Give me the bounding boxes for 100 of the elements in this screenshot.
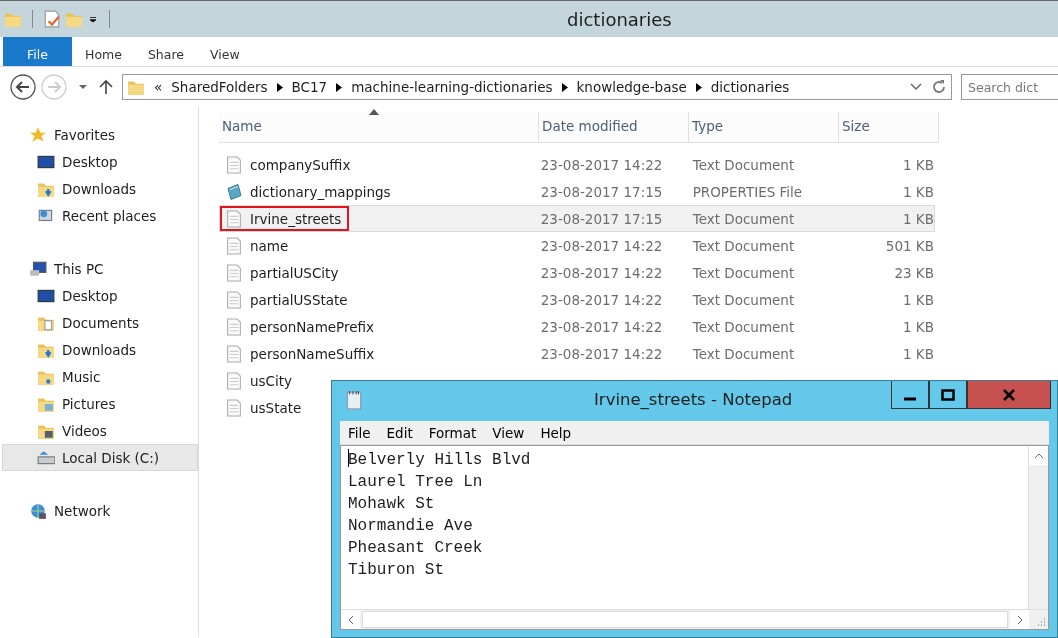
menu-item[interactable]: View — [484, 424, 533, 441]
size-cell-text: 1 KB — [902, 318, 934, 335]
ribbon-tab[interactable]: Share — [134, 37, 197, 66]
date-cell-text: 23-08-2017 17:15 — [539, 210, 664, 227]
sidebar-item[interactable]: Videos — [2, 417, 198, 444]
column-header[interactable]: Date modified — [539, 112, 689, 142]
folder-icon — [127, 78, 145, 96]
sidebar-item[interactable]: Pictures — [2, 390, 198, 417]
sidebar-item[interactable]: This PC — [2, 255, 198, 282]
size-cell-text: 1 KB — [902, 210, 934, 227]
properties-icon[interactable] — [43, 10, 61, 28]
breadcrumb[interactable]: SharedFolders — [171, 79, 268, 95]
scroll-right-button[interactable] — [1010, 610, 1029, 629]
search-field[interactable]: Search dict — [961, 74, 1058, 100]
file-name: personNameSuffix — [250, 345, 375, 362]
type-cell-text: PROPERTIES File — [691, 183, 804, 200]
size-cell-text: 1 KB — [902, 156, 934, 173]
type-cell-text: Text Document — [691, 156, 796, 173]
chevron-icon[interactable] — [561, 82, 568, 92]
menu-item[interactable]: Format — [420, 424, 485, 441]
text-file-icon — [226, 371, 242, 390]
ribbon-tab[interactable]: Home — [72, 37, 135, 66]
text-line: Laurel Tree Ln — [348, 472, 484, 493]
file-row[interactable]: name 23-08-2017 14:22 Text Document 501 KB — [219, 232, 935, 259]
breadcrumb[interactable]: BC17 — [291, 79, 328, 95]
file-row[interactable]: Irvine_streets 23-08-2017 17:15 Text Document 1 KB — [219, 205, 935, 232]
overflow-chevron[interactable]: « — [154, 79, 163, 95]
chevron-down-icon[interactable] — [910, 83, 922, 91]
sidebar-item[interactable]: Desktop — [2, 148, 198, 175]
notepad-icon — [345, 390, 363, 410]
scroll-up-button[interactable] — [1029, 446, 1048, 465]
type-cell-text: Text Document — [691, 210, 796, 227]
date-cell-text: 23-08-2017 17:15 — [539, 183, 664, 200]
scroll-left-button[interactable] — [341, 610, 360, 629]
file-row[interactable]: personNamePrefix 23-08-2017 14:22 Text Document 1 KB — [219, 313, 935, 340]
file-row[interactable]: dictionary_mappings 23-08-2017 17:15 PROPERTIES File 1 KB — [219, 178, 935, 205]
date-cell-text: 23-08-2017 14:22 — [539, 264, 664, 281]
file-row[interactable]: companySuffix 23-08-2017 14:22 Text Document 1 KB — [219, 151, 935, 178]
maximize-button[interactable] — [929, 381, 967, 409]
maximize-icon — [941, 387, 955, 402]
file-row[interactable]: usCity — [219, 367, 302, 394]
sidebar-item[interactable]: Recent places — [2, 202, 198, 229]
column-header[interactable]: Size — [839, 112, 939, 142]
menu-item[interactable]: File — [340, 424, 379, 441]
type-cell-text: Text Document — [691, 291, 796, 308]
sidebar-item[interactable]: Music — [2, 363, 198, 390]
size-cell-text: 501 KB — [884, 237, 934, 254]
sidebar-item[interactable]: Documents — [2, 309, 198, 336]
window-title: dictionaries — [566, 8, 672, 30]
close-button[interactable] — [967, 381, 1051, 409]
breadcrumb[interactable]: dictionaries — [710, 79, 790, 95]
network-icon — [29, 501, 47, 520]
file-name: personNamePrefix — [250, 318, 375, 335]
chevron-icon[interactable] — [276, 82, 283, 92]
settings-file-icon — [226, 182, 242, 201]
type-cell-text: Text Document — [691, 318, 796, 335]
text-line: Normandie Ave — [348, 516, 474, 537]
date-cell-text: 23-08-2017 14:22 — [539, 345, 664, 362]
file-name: Irvine_streets — [250, 210, 342, 227]
breadcrumb[interactable]: machine-learning-dictionaries — [351, 79, 553, 95]
file-name: name — [250, 237, 289, 254]
date-cell-text: 23-08-2017 14:22 — [539, 156, 664, 173]
sidebar-item[interactable]: Favorites — [2, 121, 198, 148]
breadcrumb[interactable]: knowledge-base — [576, 79, 687, 95]
date-cell-text: 23-08-2017 14:22 — [539, 318, 664, 335]
text-file-icon — [226, 236, 242, 255]
date-cell-text: 23-08-2017 14:22 — [539, 291, 664, 308]
text-area[interactable]: Belverly Hills Blvd Laurel Tree Ln Mohawk St Normandie Ave Pheasant Creek Tiburon St — [340, 445, 1049, 630]
chevron-icon[interactable] — [695, 82, 702, 92]
text-file-icon — [226, 263, 242, 282]
text-file-icon — [226, 398, 242, 417]
file-name: dictionary_mappings — [250, 183, 391, 200]
size-cell-text: 23 KB — [893, 264, 934, 281]
minimize-button[interactable] — [891, 381, 929, 409]
file-row[interactable]: usState — [219, 394, 311, 421]
dropdown-icon[interactable] — [78, 82, 88, 92]
menu-item[interactable]: Edit — [378, 424, 421, 441]
minimize-icon — [903, 396, 917, 401]
back-button[interactable] — [10, 74, 36, 100]
sidebar-item[interactable]: Local Disk (C:) — [2, 444, 198, 471]
refresh-icon[interactable] — [931, 79, 947, 95]
sidebar-item[interactable]: Network — [2, 497, 198, 524]
file-row[interactable]: partialUSCity 23-08-2017 14:22 Text Document 23 KB — [219, 259, 935, 286]
size-cell-text: 1 KB — [902, 183, 934, 200]
file-row[interactable]: partialUSState 23-08-2017 14:22 Text Document 1 KB — [219, 286, 935, 313]
text-line: Belverly Hills Blvd — [348, 449, 532, 471]
star-icon — [29, 125, 47, 144]
address-bar[interactable]: « SharedFolders BC17 machine-learning-dictionaries knowledge-base dictionaries — [122, 74, 952, 100]
sidebar-item[interactable]: Downloads — [2, 175, 198, 202]
menu-item[interactable]: Help — [532, 424, 580, 441]
chevron-icon[interactable] — [336, 82, 343, 92]
column-header[interactable]: Type — [689, 112, 839, 142]
disk-icon — [37, 448, 55, 467]
sidebar-item[interactable]: Desktop — [2, 282, 198, 309]
sidebar-item[interactable]: Downloads — [2, 336, 198, 363]
up-arrow-icon[interactable] — [99, 79, 113, 95]
ribbon-tab[interactable]: View — [197, 37, 253, 66]
text-line: Mohawk St — [348, 494, 436, 515]
type-cell-text: Text Document — [691, 264, 796, 281]
file-row[interactable]: personNameSuffix 23-08-2017 14:22 Text Document 1 KB — [219, 340, 935, 367]
